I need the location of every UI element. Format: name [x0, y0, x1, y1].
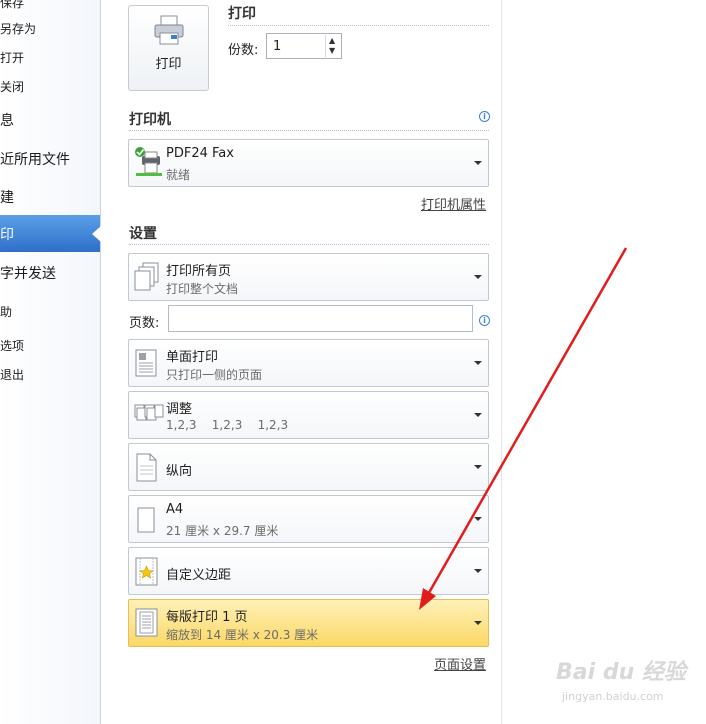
watermark-logo: Bai du 经验: [556, 660, 686, 685]
annotation-arrow: [419, 247, 628, 610]
watermark-url: jingyan.baidu.com: [562, 690, 664, 703]
baidu-watermark: Bai du 经验 jingyan.baidu.com: [556, 648, 696, 718]
